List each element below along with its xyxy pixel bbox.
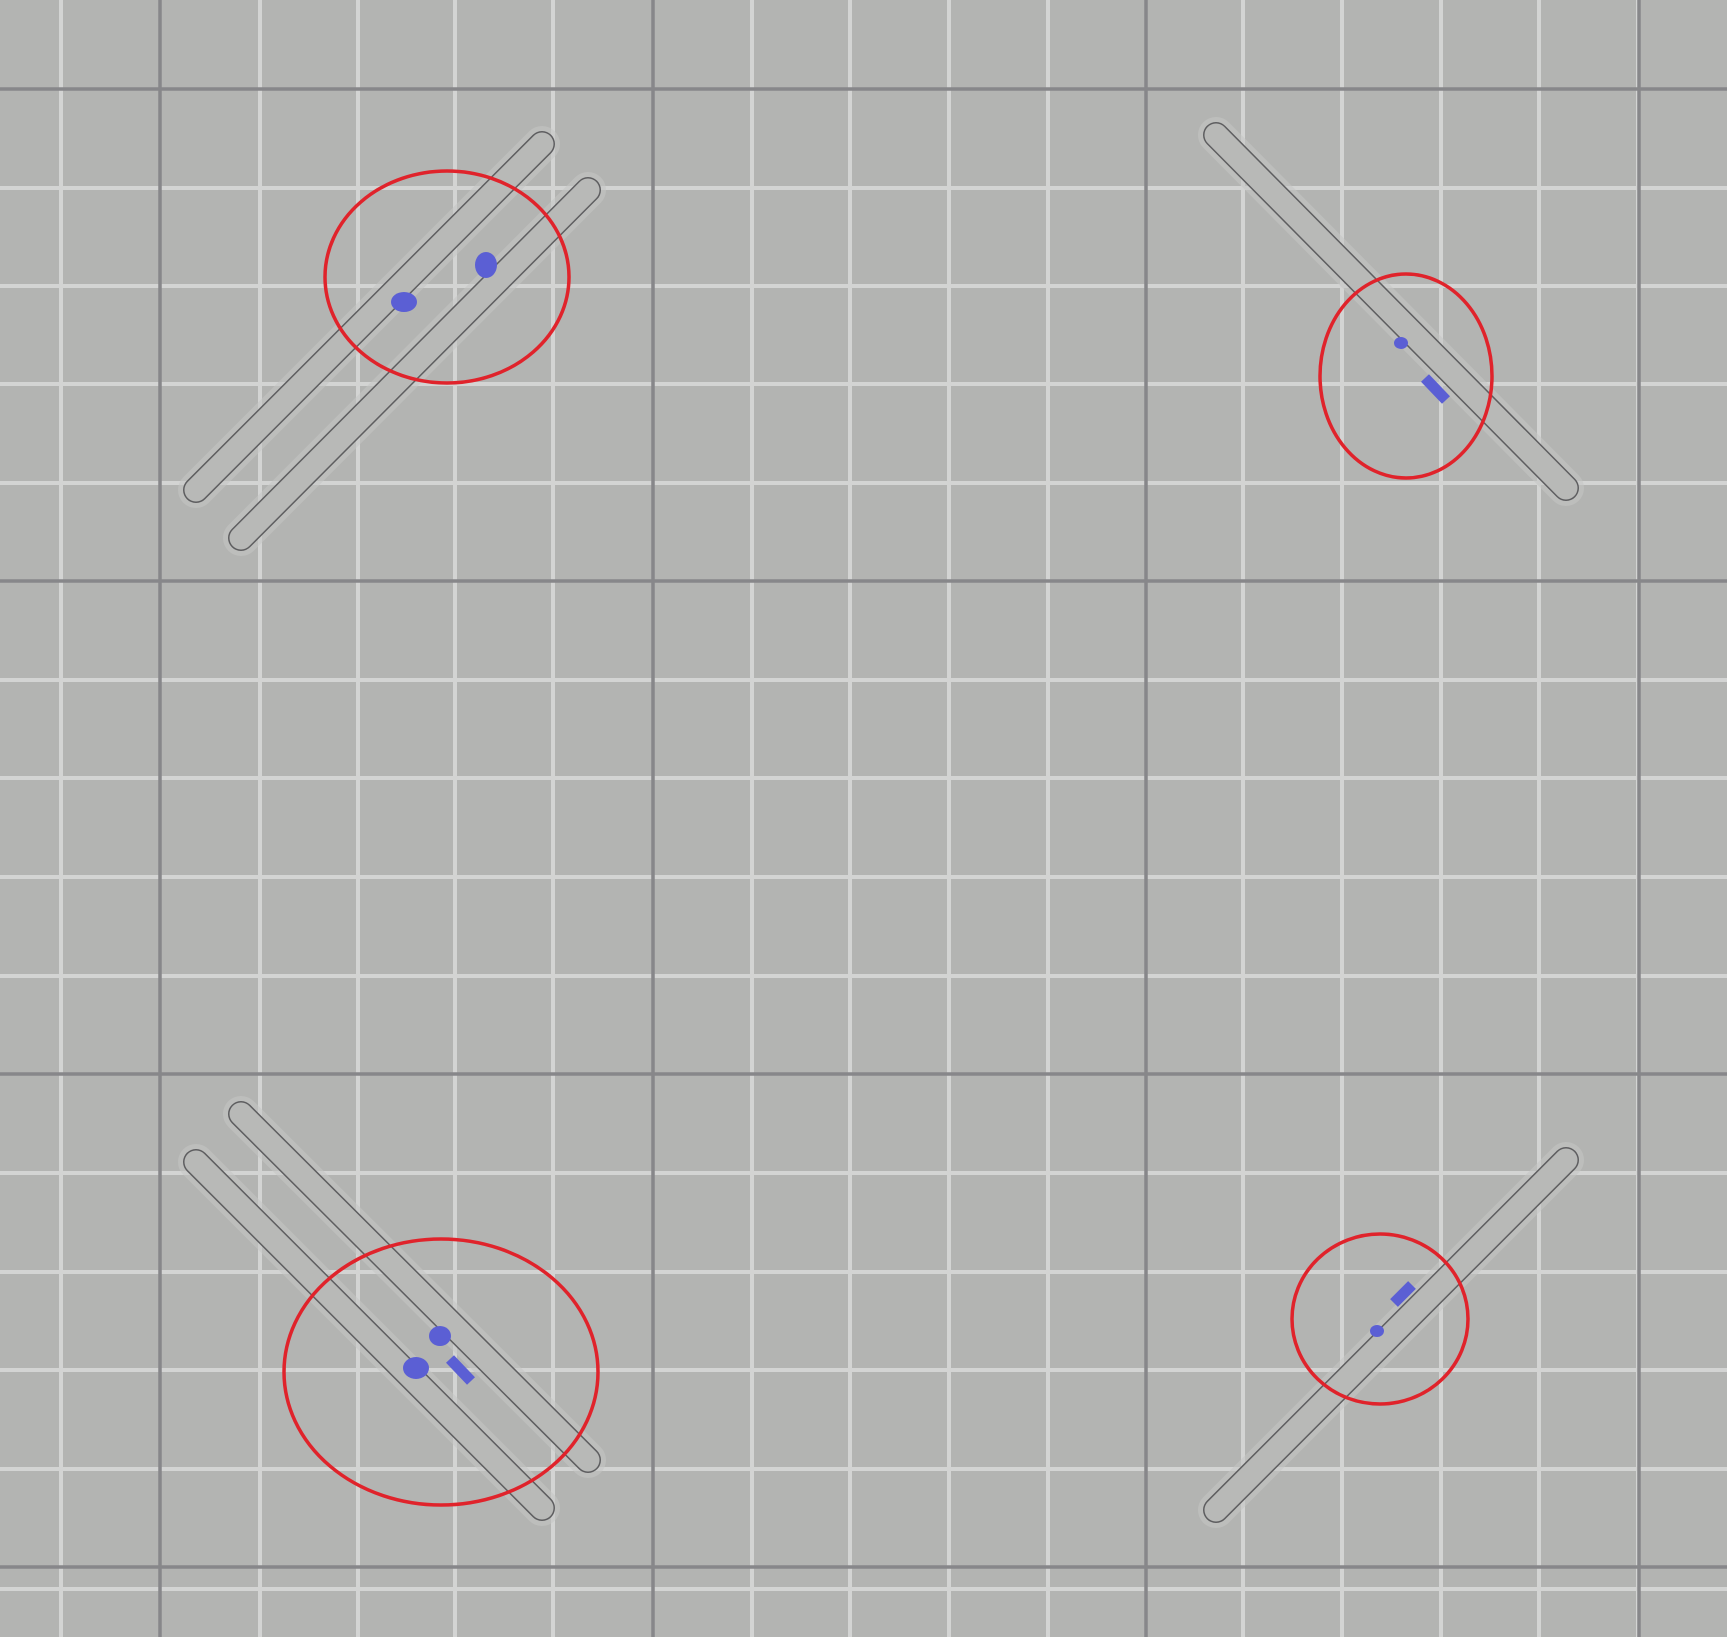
overhang-marker: [403, 1357, 429, 1379]
overhang-marker: [429, 1326, 451, 1346]
build-plate-view: [0, 0, 1727, 1637]
overhang-marker: [1370, 1325, 1384, 1337]
overhang-marker: [475, 252, 497, 278]
overhang-marker: [1394, 337, 1408, 349]
overhang-marker: [391, 292, 417, 312]
